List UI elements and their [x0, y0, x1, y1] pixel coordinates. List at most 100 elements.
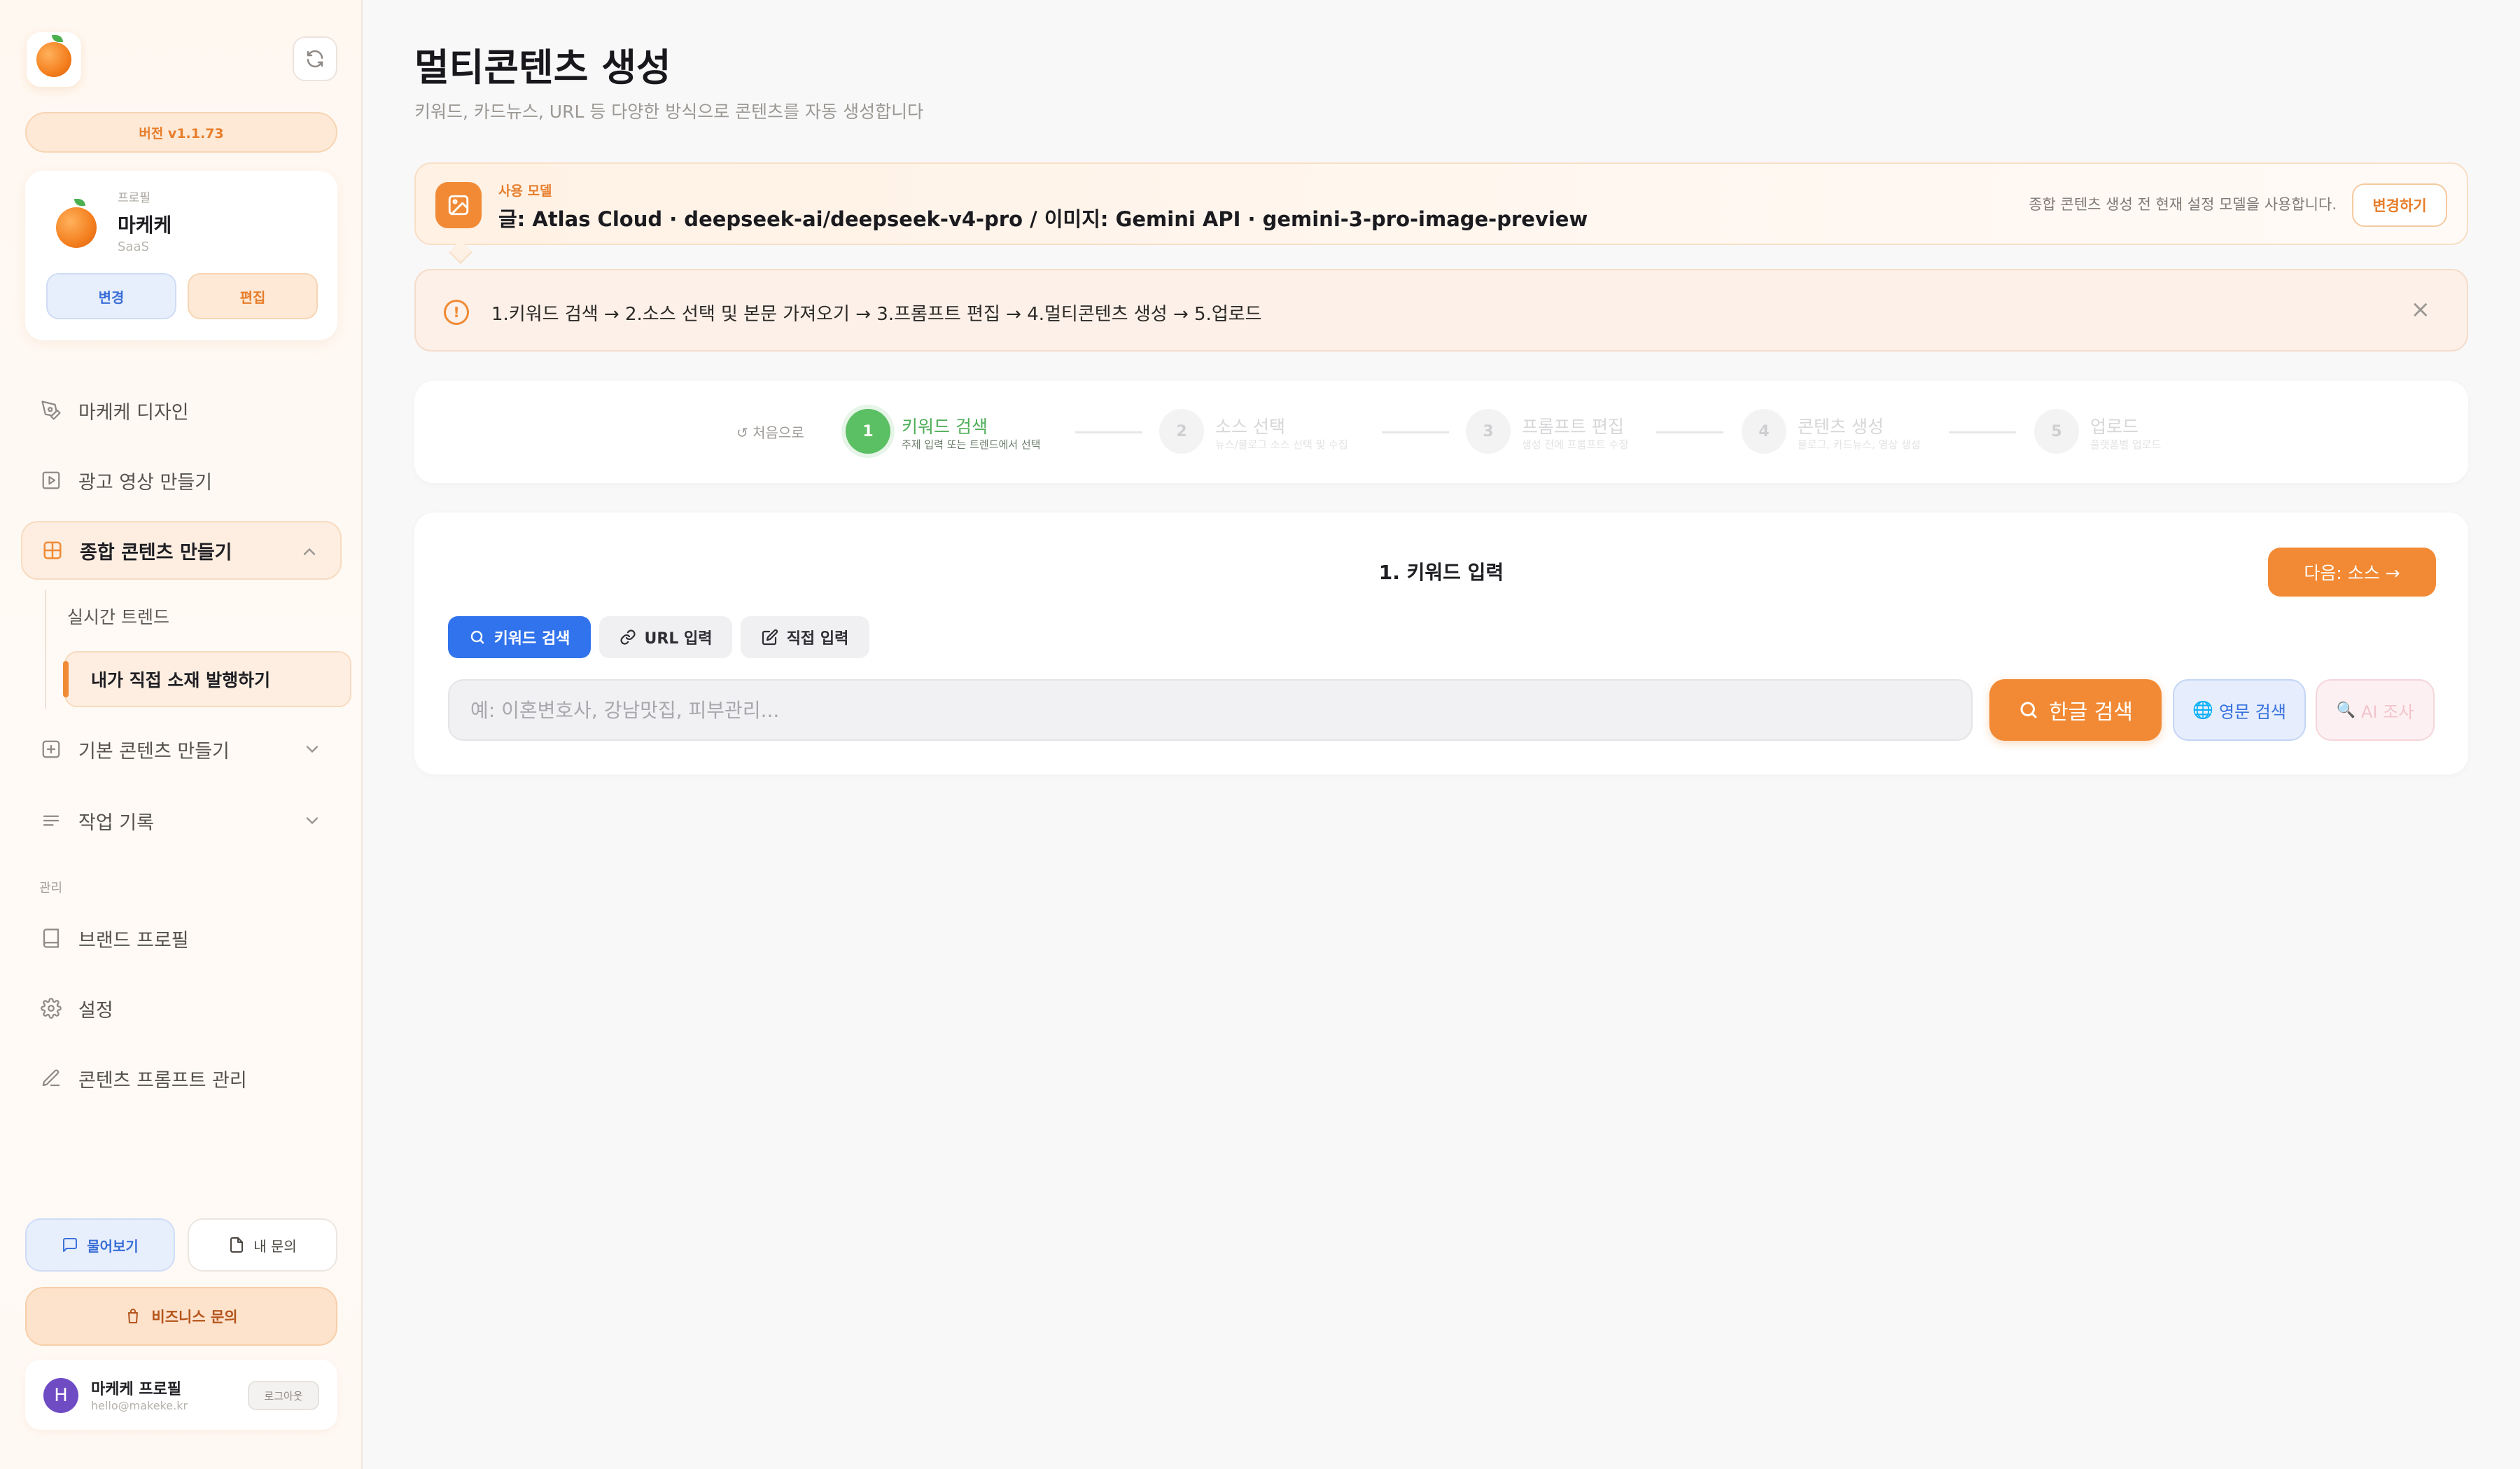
- tab-direct-input[interactable]: 직접 입력: [741, 616, 869, 658]
- step-3-circle[interactable]: 3: [1466, 409, 1511, 454]
- ask-button[interactable]: 물어보기: [25, 1218, 175, 1272]
- chevron-up-icon: [300, 542, 319, 562]
- user-card: H 마케케 프로필 hello@makeke.kr 로그아웃: [25, 1360, 337, 1430]
- next-button[interactable]: 다음: 소스 →: [2268, 548, 2436, 597]
- profile-tag: 프로필: [118, 191, 150, 205]
- submenu-guide-line: [45, 590, 46, 709]
- model-value: 글: Atlas Cloud · deepseek-ai/deepseek-v4…: [498, 207, 1588, 231]
- close-icon[interactable]: ×: [2411, 295, 2431, 323]
- video-icon: [39, 468, 63, 492]
- avatar[interactable]: H: [43, 1378, 78, 1413]
- step-1-title: 키워드 검색: [902, 417, 988, 437]
- profile-change-button[interactable]: 변경: [46, 273, 176, 319]
- my-question-button[interactable]: 내 문의: [188, 1218, 337, 1272]
- profile-category: SaaS: [118, 239, 149, 254]
- step-4-circle[interactable]: 4: [1742, 409, 1786, 454]
- step-2-circle[interactable]: 2: [1159, 409, 1204, 454]
- globe-icon: 🌐: [2192, 700, 2213, 720]
- step-3-title: 프롬프트 편집: [1522, 417, 1624, 437]
- plus-square-icon: [39, 737, 63, 761]
- pencil-icon: [39, 1066, 63, 1090]
- korean-search-button[interactable]: 한글 검색: [1989, 679, 2162, 741]
- nav-item-design[interactable]: 마케케 디자인: [21, 381, 343, 440]
- model-change-button[interactable]: 변경하기: [2352, 183, 2447, 227]
- step-5-circle[interactable]: 5: [2034, 409, 2079, 454]
- step-1-circle[interactable]: 1: [846, 409, 890, 454]
- book-icon: [39, 926, 63, 950]
- document-icon: [230, 1237, 244, 1253]
- restart-button[interactable]: ↺ 처음으로: [736, 422, 804, 442]
- profile-avatar-icon: [56, 199, 97, 248]
- list-icon: [39, 809, 63, 833]
- nav-item-brand-profile[interactable]: 브랜드 프로필: [21, 909, 343, 968]
- step-3-desc: 생성 전에 프롬프트 수정: [1522, 438, 1629, 451]
- page-title: 멀티콘텐츠 생성: [414, 46, 671, 90]
- ai-research-label: AI 조사: [2361, 702, 2414, 722]
- ask-label: 물어보기: [87, 1237, 139, 1255]
- search-icon: [470, 630, 484, 644]
- profile-name: 마케케: [118, 214, 172, 237]
- sidebar: 버전 v1.1.73 프로필 마케케 SaaS 변경 편집 마케케 디자인 광고…: [0, 0, 363, 1469]
- ai-research-button[interactable]: 🔍 AI 조사: [2316, 679, 2435, 741]
- nav-item-history[interactable]: 작업 기록: [21, 791, 343, 850]
- profile-edit-button[interactable]: 편집: [188, 273, 318, 319]
- business-inquiry-button[interactable]: 비즈니스 문의: [25, 1287, 337, 1346]
- profile-card: 프로필 마케케 SaaS 변경 편집: [25, 171, 337, 340]
- search-icon: [2020, 702, 2037, 718]
- nav-item-prompt-manage[interactable]: 콘텐츠 프롬프트 관리: [21, 1049, 343, 1108]
- page-subtitle: 키워드, 카드뉴스, URL 등 다양한 방식으로 콘텐츠를 자동 생성합니다: [414, 102, 924, 122]
- my-question-label: 내 문의: [253, 1237, 297, 1255]
- pen-tool-icon: [39, 398, 63, 422]
- nav-label-brand-profile: 브랜드 프로필: [78, 929, 189, 952]
- model-card: 사용 모델 글: Atlas Cloud · deepseek-ai/deeps…: [414, 162, 2468, 245]
- app-logo[interactable]: [27, 32, 81, 87]
- sub-item-trend[interactable]: 실시간 트렌드: [67, 604, 169, 629]
- step-4-desc: 블로그, 카드뉴스, 영상 생성: [1798, 438, 1921, 451]
- step-1-desc: 주제 입력 또는 트렌드에서 선택: [902, 438, 1041, 451]
- chevron-down-icon: [302, 811, 322, 830]
- nav-item-basic-content[interactable]: 기본 콘텐츠 만들기: [21, 720, 343, 779]
- tab-label: 키워드 검색: [493, 630, 570, 648]
- english-search-button[interactable]: 🌐 영문 검색: [2173, 679, 2306, 741]
- keyword-search-input[interactable]: [448, 679, 1973, 741]
- step-connector: [1382, 431, 1449, 433]
- keyword-input-card: 1. 키워드 입력 다음: 소스 → 키워드 검색 URL 입력 직접 입력 한…: [414, 513, 2468, 774]
- step-2-title: 소스 선택: [1215, 417, 1285, 437]
- model-note: 종합 콘텐츠 생성 전 현재 설정 모델을 사용합니다.: [2029, 196, 2337, 213]
- logout-button[interactable]: 로그아웃: [248, 1381, 319, 1410]
- input-section-title: 1. 키워드 입력: [1378, 561, 1504, 584]
- nav-item-settings[interactable]: 설정: [21, 979, 343, 1038]
- nav-label-multi-content: 종합 콘텐츠 만들기: [80, 541, 232, 564]
- orange-logo-icon: [36, 35, 71, 77]
- step-connector: [1075, 431, 1142, 433]
- link-icon: [620, 629, 636, 645]
- nav-item-multi-content[interactable]: 종합 콘텐츠 만들기: [21, 521, 342, 580]
- user-email: hello@makeke.kr: [91, 1399, 188, 1412]
- business-inquiry-label: 비즈니스 문의: [151, 1309, 238, 1325]
- briefcase-icon: [128, 1309, 139, 1323]
- step-5-desc: 플랫폼별 업로드: [2090, 438, 2162, 451]
- step-5-title: 업로드: [2090, 417, 2139, 437]
- gear-icon: [39, 996, 63, 1020]
- section-label-manage: 관리: [39, 881, 63, 896]
- nav-label-settings: 설정: [78, 999, 113, 1022]
- workflow-info-bar: ! 1.키워드 검색 → 2.소스 선택 및 본문 가져오기 → 3.프롬프트 …: [414, 269, 2468, 351]
- nav-label-history: 작업 기록: [78, 812, 154, 834]
- step-connector: [1656, 431, 1723, 433]
- step-4-title: 콘텐츠 생성: [1798, 417, 1884, 437]
- refresh-icon: [307, 50, 323, 68]
- tab-url-input[interactable]: URL 입력: [599, 616, 732, 658]
- sub-item-direct-publish[interactable]: 내가 직접 소재 발행하기: [64, 651, 351, 707]
- version-badge: 버전 v1.1.73: [25, 112, 337, 153]
- magnifier-icon: 🔍: [2336, 701, 2356, 719]
- info-icon: !: [444, 300, 469, 325]
- user-name: 마케케 프로필: [91, 1381, 182, 1398]
- refresh-button[interactable]: [293, 36, 337, 81]
- step-connector: [1949, 431, 2016, 433]
- model-label: 사용 모델: [498, 183, 552, 199]
- workflow-info-text: 1.키워드 검색 → 2.소스 선택 및 본문 가져오기 → 3.프롬프트 편집…: [491, 304, 1262, 325]
- nav-label-prompt-manage: 콘텐츠 프롬프트 관리: [78, 1069, 247, 1092]
- tab-keyword-search[interactable]: 키워드 검색: [448, 616, 591, 658]
- english-search-label: 영문 검색: [2218, 702, 2286, 722]
- nav-item-ad-video[interactable]: 광고 영상 만들기: [21, 451, 343, 510]
